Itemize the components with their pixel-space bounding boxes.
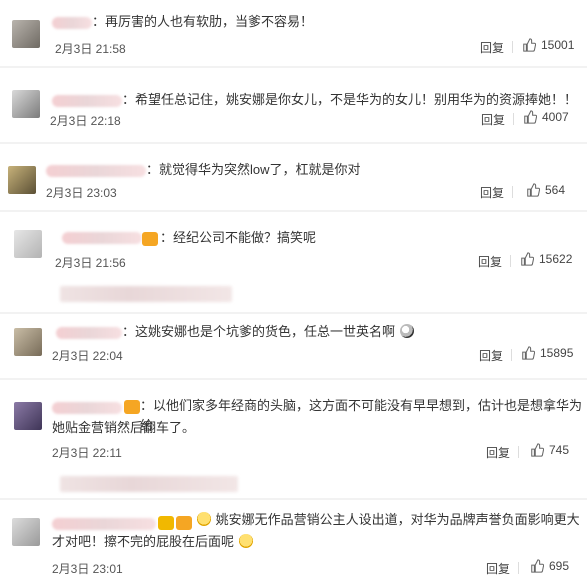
reply-button[interactable]: 回复 <box>486 560 510 577</box>
verified-badge <box>124 400 140 414</box>
like-button[interactable]: 15895 <box>521 346 573 360</box>
comment-text: ：再厉害的人也有软肋，当爹不容易！ <box>92 14 314 29</box>
avatar[interactable] <box>12 20 40 48</box>
username-blurred[interactable] <box>46 165 146 177</box>
reply-button[interactable]: 回复 <box>481 111 505 128</box>
like-count: 15895 <box>540 346 574 360</box>
comment-item: ：这姚安娜也是个坑爹的货色，任总一世英名啊 2月3日 22:04 回复 1589… <box>0 314 587 378</box>
comment-item: ：就觉得华为突然low了，杠就是你对 2月3日 23:03 回复 564 <box>0 144 587 210</box>
comment-text-content: 才对吧！擦不完的屁股在后面呢 <box>52 534 235 549</box>
like-count: 15622 <box>539 252 573 266</box>
comment-time: 2月3日 21:58 <box>55 42 126 56</box>
divider <box>518 562 519 574</box>
reply-button[interactable]: 回复 <box>479 347 503 364</box>
comment-item: ：以他们家多年经商的头脑，这方面不可能没有早早想到，估计也是想拿华为给 她贴金营… <box>0 380 587 498</box>
sub-reply-blurred[interactable] <box>60 286 232 302</box>
like-button[interactable]: 745 <box>530 443 569 457</box>
like-count: 4007 <box>542 110 569 124</box>
reply-button[interactable]: 回复 <box>480 184 504 201</box>
divider <box>512 186 513 198</box>
username-blurred[interactable] <box>62 232 142 244</box>
laughing-emoji-icon <box>238 534 253 548</box>
comment-time: 2月3日 22:04 <box>52 349 123 363</box>
avatar[interactable] <box>12 518 40 546</box>
like-button[interactable]: 4007 <box>523 110 569 124</box>
verified-badge <box>142 232 158 246</box>
comment-text: ：以他们家多年经商的头脑，这方面不可能没有早早想到，估计也是想拿华为给 <box>140 398 583 433</box>
like-count: 745 <box>549 443 570 457</box>
comment-text-content: 姚安娜无作品营销公主人设出道，对华为品牌声誉负面影响更大 <box>215 512 580 527</box>
thumbs-up-icon <box>527 183 540 197</box>
comment-text: 姚安娜无作品营销公主人设出道，对华为品牌声誉负面影响更大 <box>196 510 580 530</box>
thumbs-up-icon <box>531 559 544 573</box>
username-blurred[interactable] <box>52 518 156 530</box>
laughing-emoji-icon <box>197 512 211 526</box>
divider <box>511 349 512 361</box>
avatar[interactable] <box>8 166 36 194</box>
like-button[interactable]: 15622 <box>520 252 572 266</box>
reply-button[interactable]: 回复 <box>486 444 510 461</box>
comment-text-content: ：这姚安娜也是个坑爹的货色，任总一世英名啊 <box>122 324 396 339</box>
like-count: 695 <box>549 559 570 573</box>
avatar[interactable] <box>14 230 42 258</box>
comment-text: 才对吧！擦不完的屁股在后面呢 <box>52 532 254 552</box>
divider <box>512 41 513 53</box>
verified-badge <box>158 516 174 530</box>
comment-text: ：希望任总记住，姚安娜是你女儿，不是华为的女儿！别用华为的资源捧她！！ <box>122 92 578 107</box>
avatar[interactable] <box>12 90 40 118</box>
like-button[interactable]: 695 <box>530 559 569 573</box>
comment-item: ：希望任总记住，姚安娜是你女儿，不是华为的女儿！别用华为的资源捧她！！ 2月3日… <box>0 68 587 142</box>
verified-badge <box>176 516 192 530</box>
comment-text: 她贴金营销然后翻车了。 <box>52 420 196 435</box>
like-count: 15001 <box>541 38 575 52</box>
reply-button[interactable]: 回复 <box>480 39 504 56</box>
username-blurred[interactable] <box>52 402 122 414</box>
comment-text: ：就觉得华为突然low了，杠就是你对 <box>146 162 361 177</box>
like-count: 564 <box>545 183 566 197</box>
sub-reply-blurred[interactable] <box>60 476 238 492</box>
thumbs-up-icon <box>524 110 537 124</box>
username-blurred[interactable] <box>52 17 92 29</box>
comment-text: ：经纪公司不能做？搞笑呢 <box>160 230 317 245</box>
thumbs-up-icon <box>523 38 536 52</box>
like-button[interactable]: 564 <box>526 183 565 197</box>
comment-text: ：这姚安娜也是个坑爹的货色，任总一世英名啊 <box>122 322 415 342</box>
reply-button[interactable]: 回复 <box>478 253 502 270</box>
comment-time: 2月3日 22:11 <box>52 446 122 460</box>
username-blurred[interactable] <box>52 95 122 107</box>
comment-item: ：经纪公司不能做？搞笑呢 2月3日 21:56 回复 15622 <box>0 212 587 320</box>
comment-item: 姚安娜无作品营销公主人设出道，对华为品牌声誉负面影响更大 才对吧！擦不完的屁股在… <box>0 500 587 577</box>
comment-time: 2月3日 23:01 <box>52 562 123 576</box>
username-blurred[interactable] <box>56 327 122 339</box>
thumbs-up-icon <box>522 346 535 360</box>
divider <box>518 446 519 458</box>
divider <box>513 113 514 125</box>
like-button[interactable]: 15001 <box>522 38 574 52</box>
comment-item: ：再厉害的人也有软肋，当爹不容易！ 2月3日 21:58 回复 15001 <box>0 0 587 66</box>
comment-time: 2月3日 22:18 <box>50 114 121 128</box>
comment-time: 2月3日 23:03 <box>46 186 117 200</box>
thumbs-up-icon <box>531 443 544 457</box>
avatar[interactable] <box>14 402 42 430</box>
crying-emoji-icon <box>399 324 414 338</box>
avatar[interactable] <box>14 328 42 356</box>
divider <box>510 255 511 267</box>
comment-time: 2月3日 21:56 <box>55 256 126 270</box>
thumbs-up-icon <box>521 252 534 266</box>
